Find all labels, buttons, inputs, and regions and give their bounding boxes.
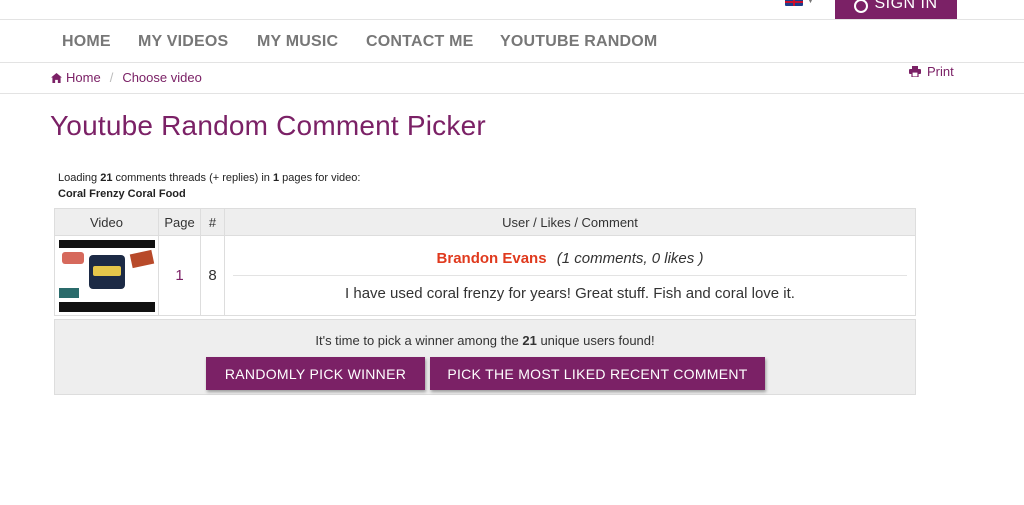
user-name[interactable]: Brandon Evans (437, 250, 547, 267)
page-count: 1 (272, 172, 280, 184)
loading-status: Loading 21 comments threads (+ replies) … (58, 170, 360, 202)
nav-contact-me[interactable]: CONTACT ME (366, 33, 473, 51)
nav-my-music[interactable]: MY MUSIC (257, 33, 338, 51)
pick-winner-panel: It's time to pick a winner among the 21 … (54, 319, 916, 395)
unique-user-count: 21 (522, 333, 537, 348)
breadcrumb-home[interactable]: Home (66, 70, 101, 85)
page-link[interactable]: 1 (175, 267, 183, 284)
nav-youtube-random[interactable]: YOUTUBE RANDOM (500, 33, 657, 51)
loading-suffix: pages for video: (282, 172, 361, 184)
home-icon (51, 72, 62, 83)
index-cell: 8 (200, 235, 225, 316)
video-title: Coral Frenzy Coral Food (58, 188, 186, 200)
top-bar: ▼ SIGN IN (0, 0, 1024, 20)
print-label: Print (927, 64, 954, 79)
pick-winner-text: It's time to pick a winner among the 21 … (55, 333, 915, 348)
printer-icon (909, 66, 921, 77)
pick-text-prefix: It's time to pick a winner among the (315, 333, 519, 348)
video-thumbnail[interactable] (58, 239, 155, 312)
divider (0, 93, 1024, 94)
user-icon (854, 0, 869, 13)
language-selector[interactable]: ▼ (785, 0, 814, 6)
col-video: Video (54, 208, 159, 236)
nav-my-videos[interactable]: MY VIDEOS (138, 33, 228, 51)
pick-most-liked-button[interactable]: PICK THE MOST LIKED RECENT COMMENT (430, 357, 765, 390)
chevron-down-icon: ▼ (807, 0, 814, 5)
sign-in-label: SIGN IN (874, 0, 938, 12)
print-button[interactable]: Print (909, 64, 954, 79)
table-row: 1 8 Brandon Evans (1 comments, 0 likes )… (54, 235, 916, 316)
breadcrumb-separator: / (109, 70, 114, 85)
nav-home[interactable]: HOME (62, 33, 111, 51)
col-index: # (200, 208, 225, 236)
comments-table: Video Page # User / Likes / Comment 1 8 … (54, 208, 916, 316)
uk-flag-icon (785, 0, 803, 6)
sign-in-button[interactable]: SIGN IN (835, 0, 957, 19)
page-cell: 1 (158, 235, 201, 316)
page-title: Youtube Random Comment Picker (50, 110, 486, 141)
comment-text: I have used coral frenzy for years! Grea… (345, 284, 795, 302)
loading-middle: comments threads (+ replies) in (115, 172, 270, 184)
comment-index: 8 (208, 267, 217, 284)
breadcrumb-choose-video[interactable]: Choose video (122, 70, 202, 85)
comment-cell: Brandon Evans (1 comments, 0 likes ) I h… (224, 235, 916, 316)
video-cell (54, 235, 159, 316)
col-user-likes-comment: User / Likes / Comment (224, 208, 916, 236)
randomly-pick-winner-button[interactable]: RANDOMLY PICK WINNER (206, 357, 425, 390)
pick-text-suffix: unique users found! (540, 333, 655, 348)
user-stats: (1 comments, 0 likes ) (556, 249, 704, 267)
col-page: Page (158, 208, 201, 236)
loading-prefix: Loading (58, 172, 98, 184)
main-nav: HOME MY VIDEOS MY MUSIC CONTACT ME YOUTU… (0, 20, 1024, 63)
breadcrumb: Home / Choose video (51, 70, 202, 85)
thread-count: 21 (100, 172, 113, 184)
user-line: Brandon Evans (1 comments, 0 likes ) (233, 250, 907, 276)
